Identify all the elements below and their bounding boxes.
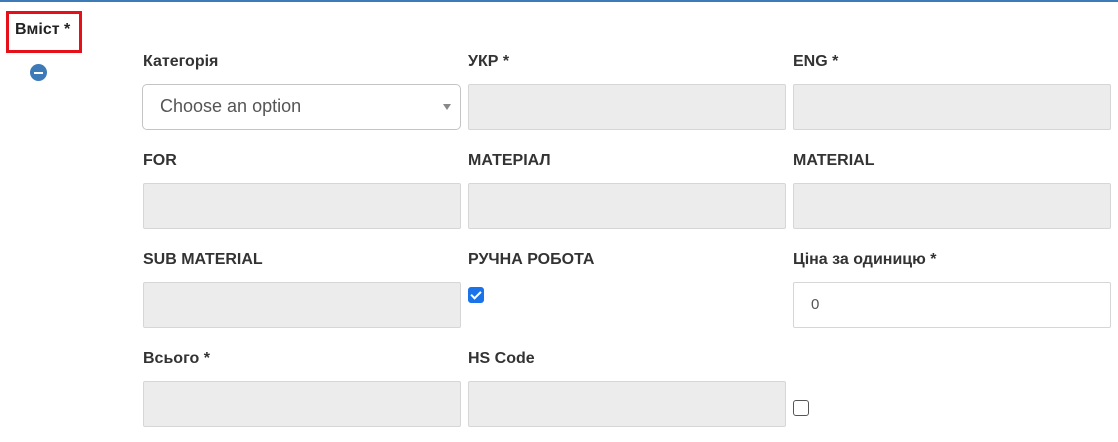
ukr-input[interactable] [468, 84, 786, 130]
total-input[interactable] [143, 381, 461, 427]
for-input[interactable] [143, 183, 461, 229]
remove-section-minus-circle-icon[interactable] [30, 64, 47, 81]
ukr-label: УКР * [468, 53, 510, 70]
category-select-placeholder: Choose an option [160, 96, 302, 116]
hs-code-label: HS Code [468, 350, 535, 367]
unit-price-input[interactable]: 0 [793, 282, 1111, 328]
sub-material-input[interactable] [143, 282, 461, 328]
handmade-checkbox[interactable] [468, 287, 484, 303]
hs-code-input[interactable] [468, 381, 786, 427]
for-label: FOR [143, 152, 177, 169]
total-label: Всього * [143, 350, 210, 367]
category-select[interactable]: Choose an option [142, 84, 461, 130]
sub-material-label: SUB MATERIAL [143, 251, 263, 268]
material-ukr-input[interactable] [468, 183, 786, 229]
material-input[interactable] [793, 183, 1111, 229]
handmade-label: РУЧНА РОБОТА [468, 251, 595, 268]
unit-price-label: Ціна за одиницю * [793, 251, 937, 268]
material-ukr-label: МАТЕРІАЛ [468, 152, 551, 169]
material-label: MATERIAL [793, 152, 875, 169]
section-title: Вміст * [6, 11, 82, 53]
caret-down-icon [443, 104, 451, 110]
eng-label: ENG * [793, 53, 839, 70]
section-top-border [0, 0, 1118, 2]
eng-input[interactable] [793, 84, 1111, 130]
extra-checkbox[interactable] [793, 400, 809, 416]
category-label: Категорія [143, 53, 219, 70]
